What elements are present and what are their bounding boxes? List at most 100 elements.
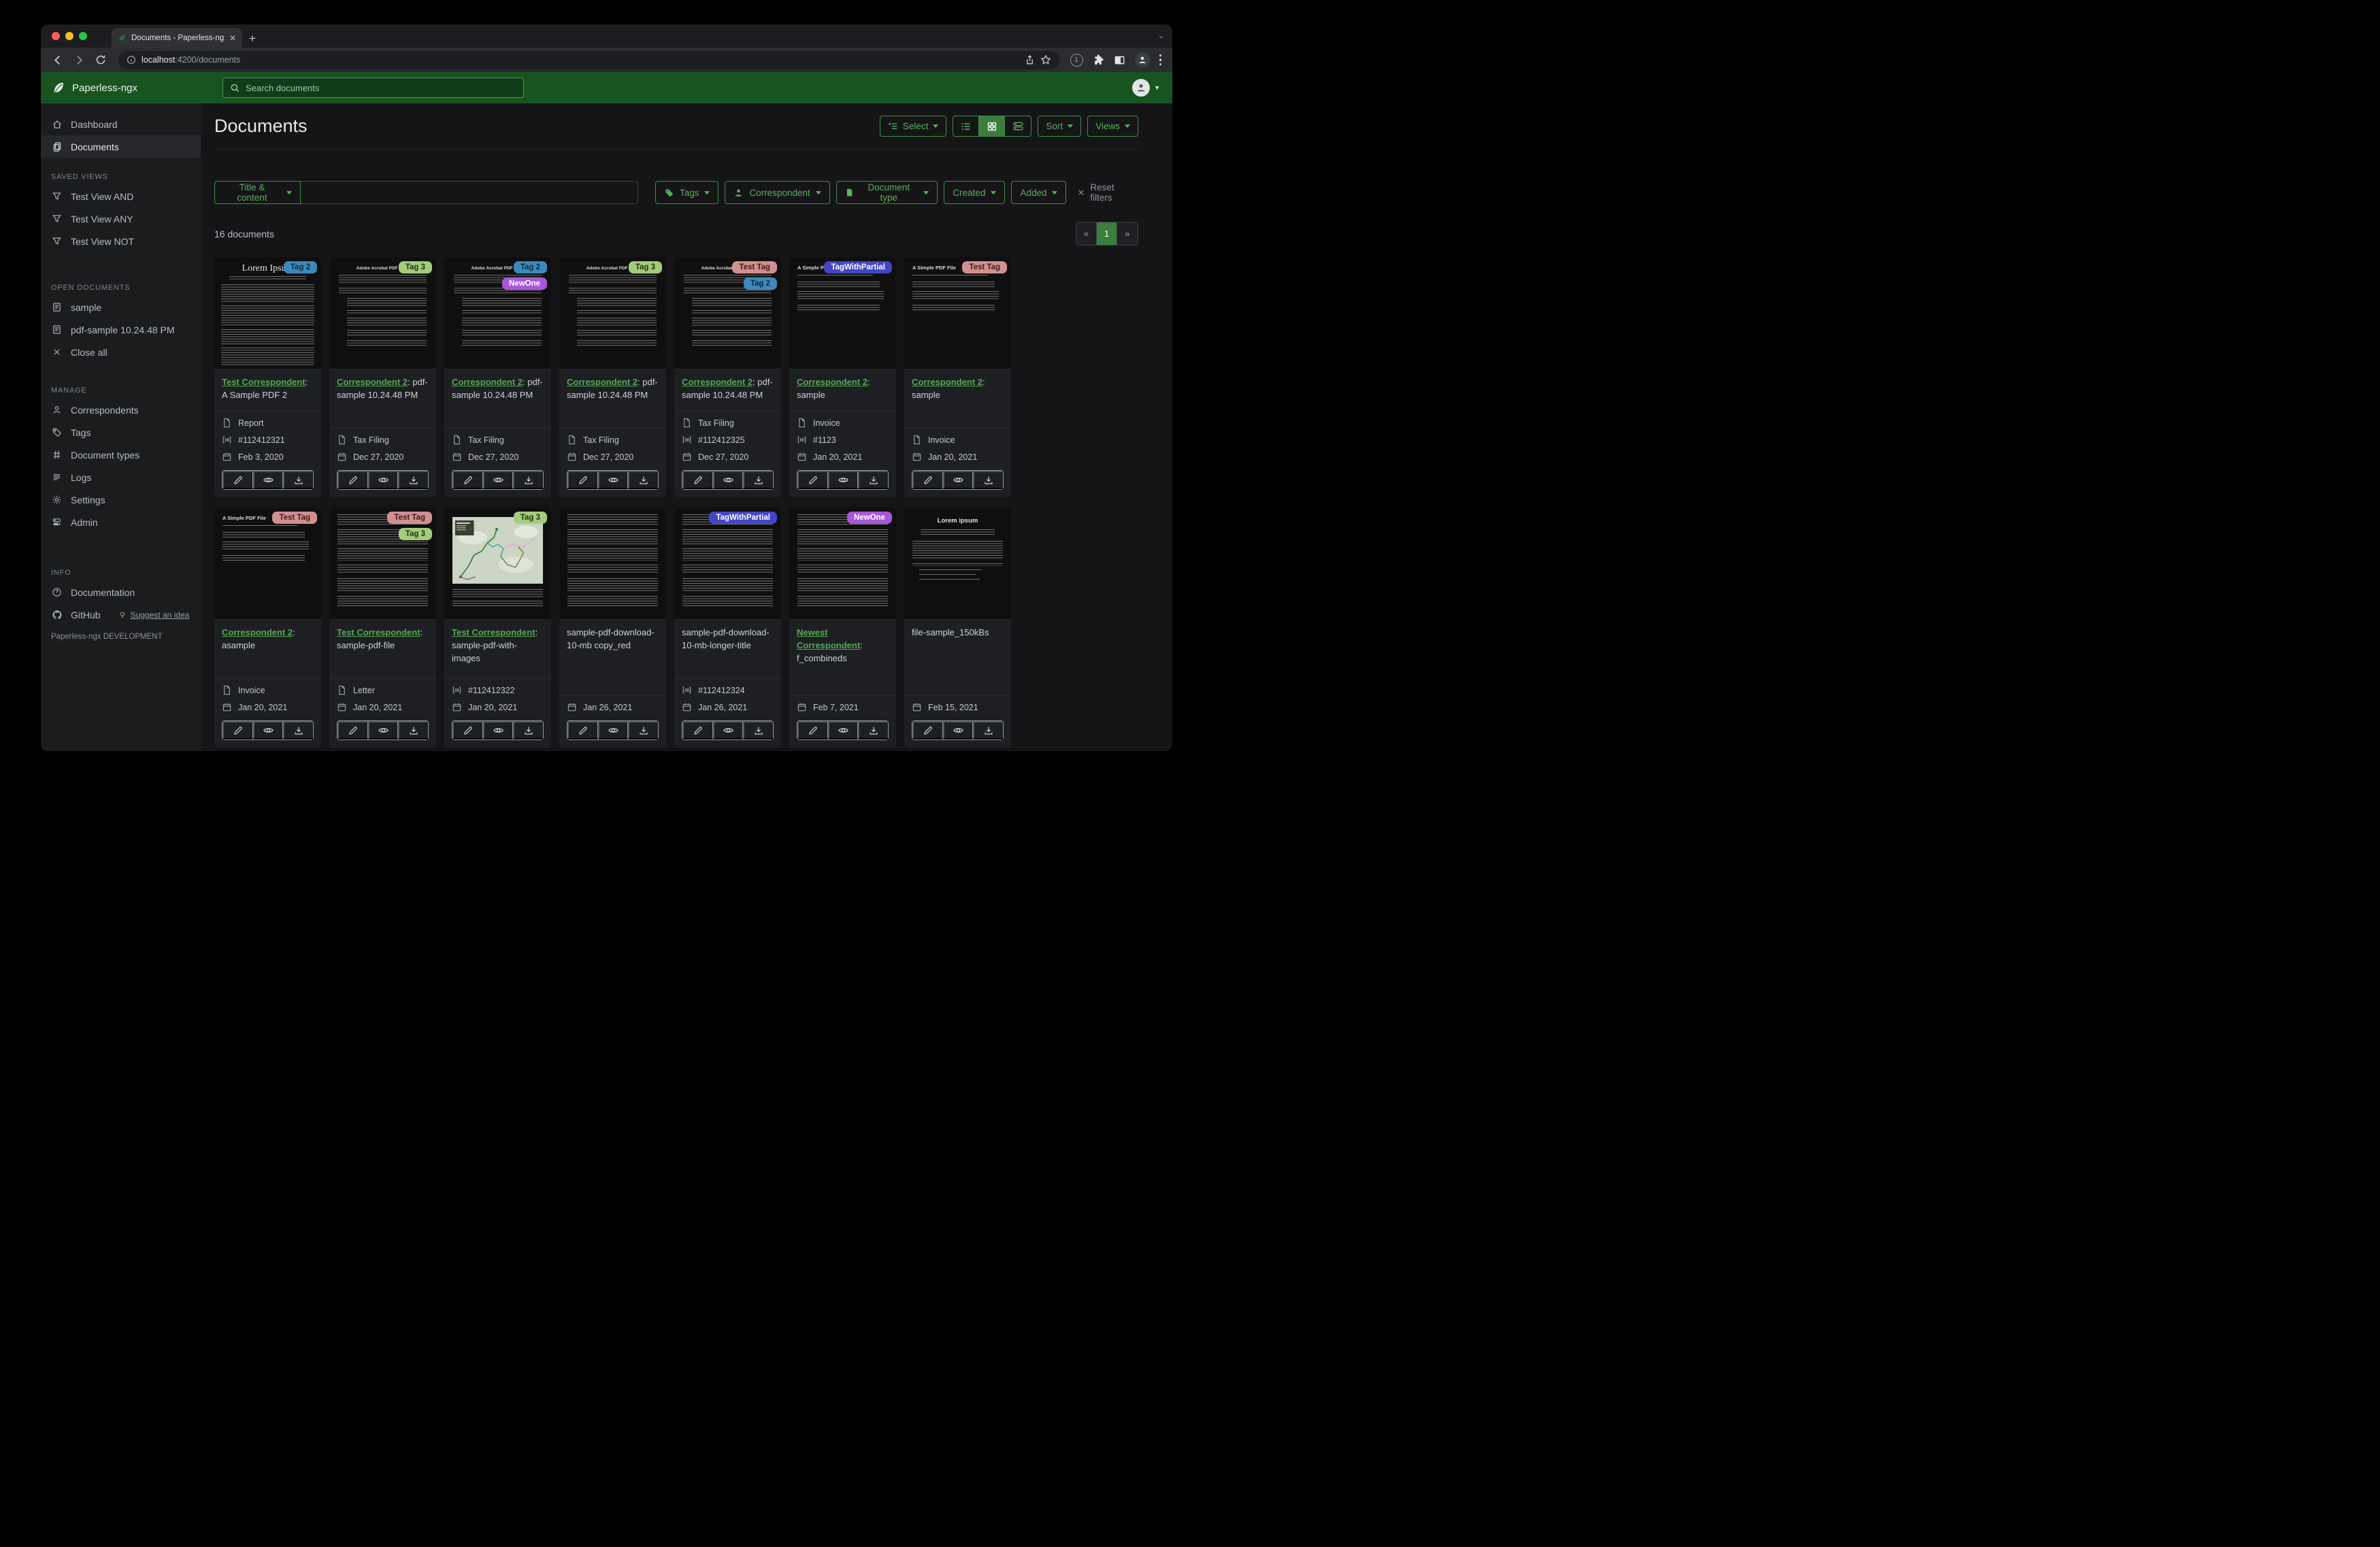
sidebar-item-open-doc-sample[interactable]: sample	[41, 296, 201, 318]
sidebar-item-document-types[interactable]: Document types	[41, 444, 201, 466]
tag-badge[interactable]: Tag 3	[628, 261, 662, 273]
download-button[interactable]	[513, 721, 544, 739]
edit-button[interactable]	[682, 471, 713, 489]
document-thumbnail[interactable]: Lorem Ipsum Tag 2	[214, 257, 321, 369]
view-button[interactable]	[827, 721, 859, 739]
filter-field-selector[interactable]: Title & content	[214, 181, 301, 204]
detail-view-button[interactable]	[1005, 116, 1031, 136]
view-button[interactable]	[942, 721, 974, 739]
sidebar-item-tags[interactable]: Tags	[41, 421, 201, 444]
sidebar-item-correspondents[interactable]: Correspondents	[41, 399, 201, 421]
correspondent-link[interactable]: Correspondent 2	[912, 377, 982, 387]
correspondent-link[interactable]: Correspondent 2	[682, 377, 753, 387]
edit-button[interactable]	[567, 471, 598, 489]
view-button[interactable]	[482, 471, 514, 489]
correspondent-link[interactable]: Test Correspondent	[452, 627, 535, 637]
document-thumbnail[interactable]: Adobe Acrobat PDF Files Tag 3	[559, 257, 666, 369]
edit-button[interactable]	[567, 721, 598, 739]
download-button[interactable]	[398, 721, 429, 739]
download-button[interactable]	[858, 471, 889, 489]
download-button[interactable]	[858, 721, 889, 739]
document-type-filter-button[interactable]: Document type	[836, 181, 938, 204]
added-filter-button[interactable]: Added	[1011, 181, 1067, 204]
download-button[interactable]	[973, 721, 1004, 739]
edit-button[interactable]	[452, 471, 483, 489]
tag-badge[interactable]: Tag 2	[283, 261, 317, 273]
tag-badge[interactable]: Tag 3	[513, 512, 547, 524]
tag-badge[interactable]: Tag 3	[398, 528, 432, 540]
sidebar-item-dashboard[interactable]: Dashboard	[41, 113, 201, 135]
tag-badge[interactable]: TagWithPartial	[824, 261, 892, 273]
view-button[interactable]	[827, 471, 859, 489]
list-view-button[interactable]	[953, 116, 980, 136]
edit-button[interactable]	[682, 721, 713, 739]
edit-button[interactable]	[337, 471, 368, 489]
views-button[interactable]: Views	[1087, 116, 1138, 137]
view-button[interactable]	[712, 721, 744, 739]
global-search[interactable]	[222, 78, 524, 98]
edit-button[interactable]	[912, 721, 943, 739]
document-thumbnail[interactable]: A Simple PDF File Test Tag	[904, 257, 1011, 369]
select-button[interactable]: Select	[879, 116, 947, 137]
sidebar-item-settings[interactable]: Settings	[41, 488, 201, 511]
view-button[interactable]	[367, 721, 399, 739]
browser-profile-avatar[interactable]	[1134, 52, 1150, 67]
tag-badge[interactable]: Test Tag	[272, 512, 317, 524]
correspondent-link[interactable]: Newest Correspondent	[797, 627, 860, 650]
back-button[interactable]	[48, 50, 67, 69]
reset-filters-button[interactable]: Reset filters	[1077, 182, 1138, 203]
sidebar-item-saved-view-not[interactable]: Test View NOT	[41, 230, 201, 252]
tab-close-icon[interactable]: ✕	[229, 33, 236, 43]
minimize-window-button[interactable]	[65, 32, 73, 40]
view-button[interactable]	[597, 471, 629, 489]
document-thumbnail[interactable]: Tag 3	[444, 508, 551, 620]
document-thumbnail[interactable]: Test Tag Tag 3	[329, 508, 436, 620]
sidebar-item-saved-view-and[interactable]: Test View AND	[41, 185, 201, 207]
edit-button[interactable]	[222, 471, 253, 489]
forward-button[interactable]	[69, 50, 88, 69]
download-button[interactable]	[283, 471, 314, 489]
sidebar-item-admin[interactable]: Admin	[41, 511, 201, 533]
download-button[interactable]	[283, 721, 314, 739]
bookmark-star-icon[interactable]	[1040, 54, 1051, 65]
document-thumbnail[interactable]: Lorem ipsum	[904, 508, 1011, 620]
user-menu[interactable]: ▼	[1132, 79, 1160, 97]
document-thumbnail[interactable]: Adobe Acrobat PDF Files Test Tag Tag 2	[674, 257, 781, 369]
document-thumbnail[interactable]	[559, 508, 666, 620]
tags-filter-button[interactable]: Tags	[655, 181, 719, 204]
view-button[interactable]	[942, 471, 974, 489]
created-filter-button[interactable]: Created	[944, 181, 1006, 204]
tag-badge[interactable]: Tag 3	[398, 261, 432, 273]
reload-button[interactable]	[91, 50, 110, 69]
tag-badge[interactable]: TagWithPartial	[709, 512, 777, 524]
document-thumbnail[interactable]: TagWithPartial	[674, 508, 781, 620]
side-panel-icon[interactable]	[1114, 54, 1125, 66]
traffic-lights[interactable]	[52, 32, 87, 40]
extensions-puzzle-icon[interactable]	[1093, 54, 1104, 66]
tag-badge[interactable]: Tag 2	[513, 261, 547, 273]
view-button[interactable]	[597, 721, 629, 739]
correspondent-link[interactable]: Test Correspondent	[222, 377, 305, 387]
download-button[interactable]	[513, 471, 544, 489]
edit-button[interactable]	[797, 721, 828, 739]
sidebar-item-open-doc-pdf-sample[interactable]: pdf-sample 10.24.48 PM	[41, 318, 201, 341]
edit-button[interactable]	[222, 721, 253, 739]
sidebar-item-documents[interactable]: Documents	[41, 135, 201, 158]
view-button[interactable]	[482, 721, 514, 739]
download-button[interactable]	[628, 721, 659, 739]
tag-badge[interactable]: NewOne	[501, 278, 547, 290]
close-window-button[interactable]	[52, 32, 60, 40]
tag-badge[interactable]: Tag 2	[743, 278, 777, 290]
correspondent-link[interactable]: Correspondent 2	[797, 377, 867, 387]
sort-button[interactable]: Sort	[1038, 116, 1082, 137]
next-page-button[interactable]: »	[1117, 222, 1138, 245]
document-thumbnail[interactable]: A Simple PDF File Test Tag	[214, 508, 321, 620]
grid-view-button[interactable]	[979, 116, 1006, 136]
view-button[interactable]	[252, 721, 284, 739]
download-button[interactable]	[743, 471, 774, 489]
correspondent-filter-button[interactable]: Correspondent	[725, 181, 830, 204]
sidebar-item-github[interactable]: GitHub Suggest an idea	[41, 603, 201, 626]
document-thumbnail[interactable]: NewOne	[789, 508, 896, 620]
browser-tab[interactable]: Documents - Paperless-ngx ✕	[112, 28, 242, 48]
site-info-icon[interactable]	[127, 55, 136, 65]
